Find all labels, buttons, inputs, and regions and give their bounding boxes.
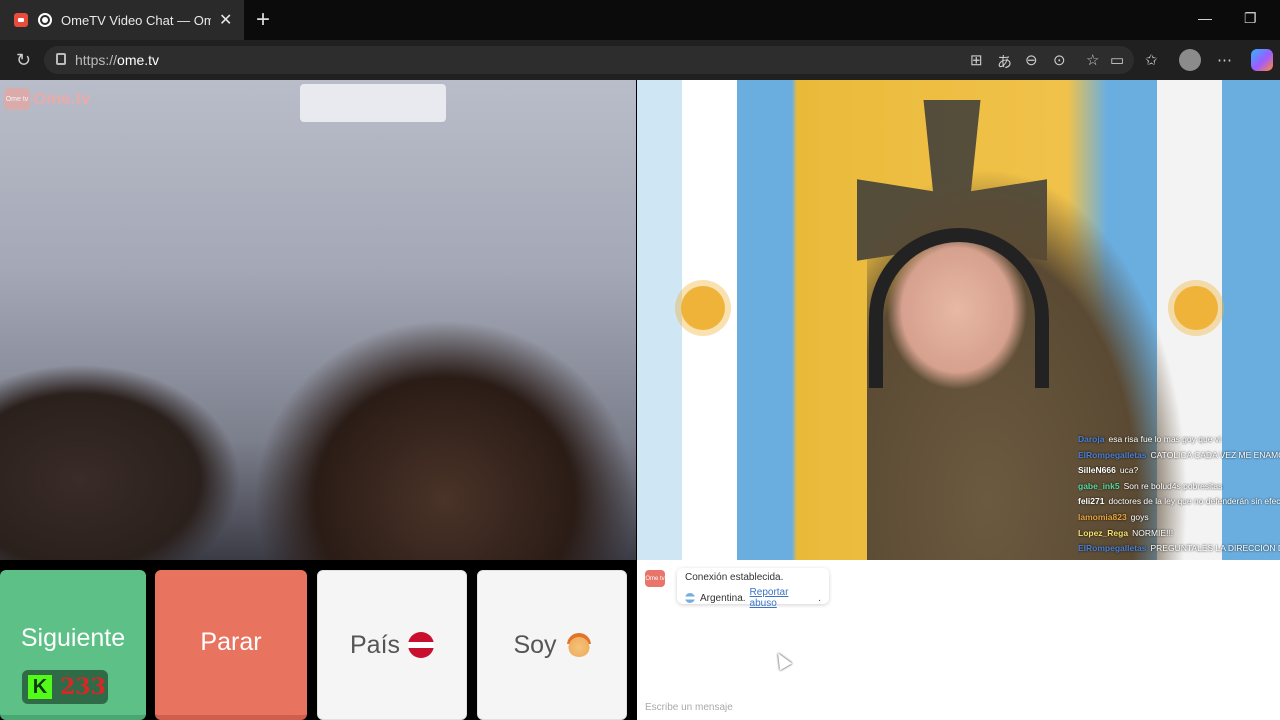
new-tab-icon[interactable]: + bbox=[256, 6, 270, 34]
stream-chat-username: Daroja bbox=[1078, 434, 1105, 444]
browser-tab[interactable]: OmeTV Video Chat — Omegle ✕ bbox=[0, 0, 244, 40]
kick-viewer-count: K 233 bbox=[22, 670, 108, 704]
stream-chat-line: ElRompegalletas CATOLICA CADA VEZ ME ENAM… bbox=[1078, 448, 1280, 464]
next-button[interactable]: Siguiente K 233 bbox=[0, 570, 146, 720]
stream-chat-line: Daroja esa risa fue lo mas goy que vi bbox=[1078, 432, 1280, 448]
favorite-icon[interactable]: ☆ bbox=[1086, 51, 1099, 69]
tab-title: OmeTV Video Chat — Omegle bbox=[61, 12, 211, 28]
stream-chat-message: goys bbox=[1130, 511, 1149, 522]
viewer-count: 233 bbox=[60, 674, 106, 700]
system-message: Conexión establecida. Argentina. Reporta… bbox=[677, 568, 829, 609]
text-chat-panel: Ome tv Conexión establecida. Argentina. … bbox=[637, 560, 1280, 720]
report-abuse-link[interactable]: Reportar abuso bbox=[750, 587, 819, 609]
ometv-logo-text: Ome.tv bbox=[33, 89, 91, 108]
boy-emoji-icon bbox=[566, 633, 591, 657]
country-button-label: País bbox=[349, 630, 401, 659]
stop-button[interactable]: Parar bbox=[155, 570, 307, 720]
close-tab-icon[interactable]: ✕ bbox=[219, 10, 232, 30]
stream-chat-message: CATOLICA CADA VEZ ME ENAMORA bbox=[1150, 449, 1280, 460]
more-tools-icon[interactable]: ⊙ bbox=[1053, 51, 1066, 69]
message-input[interactable]: Escribe un mensaje bbox=[645, 702, 733, 713]
copilot-icon[interactable] bbox=[1251, 49, 1273, 71]
country-button[interactable]: País bbox=[317, 570, 467, 720]
reload-icon[interactable]: ↻ bbox=[16, 50, 31, 71]
stream-chat-message: NORMIE!!! bbox=[1132, 527, 1174, 538]
stream-chat-line: Lopez_Rega NORMIE!!! bbox=[1078, 526, 1280, 542]
ometv-chat-logo-icon: Ome tv bbox=[645, 570, 665, 587]
apps-icon[interactable]: ⊞ bbox=[970, 51, 983, 69]
report-suffix: . bbox=[818, 592, 821, 604]
stream-chat-line: feli271 doctores de la ley que no defende… bbox=[1078, 494, 1280, 510]
stop-button-label: Parar bbox=[200, 628, 262, 656]
stream-chat-line: SilleN666 uca? bbox=[1078, 463, 1280, 479]
gender-button[interactable]: Soy bbox=[477, 570, 627, 720]
recording-icon bbox=[38, 13, 52, 27]
stream-chat-username: ElRompegalletas bbox=[1078, 449, 1147, 460]
kick-logo-icon: K bbox=[28, 675, 52, 699]
browser-titlebar: OmeTV Video Chat — Omegle ✕ + — ❐ bbox=[0, 0, 1280, 40]
stream-chat-message: esa risa fue lo mas goy que vi bbox=[1108, 434, 1221, 444]
video-icon[interactable]: ▭ bbox=[1110, 51, 1124, 69]
stream-chat-username: gabe_ink5 bbox=[1078, 480, 1120, 491]
stream-chat-line: gabe_ink5 Son re bolud4s pobresitas bbox=[1078, 479, 1280, 495]
stream-chat-username: lamomia823 bbox=[1078, 511, 1127, 522]
latvia-flag-icon bbox=[408, 632, 435, 658]
menu-icon[interactable]: ⋯ bbox=[1217, 51, 1232, 69]
favorites-icon[interactable]: ✩ bbox=[1145, 51, 1158, 69]
stream-chat-line: ElRompegalletas PREGUNTALES LA DIRECCIÓN … bbox=[1078, 541, 1280, 557]
minimize-icon[interactable]: — bbox=[1198, 10, 1212, 26]
url-text[interactable]: https://ome.tv bbox=[75, 52, 159, 68]
ometv-favicon-icon bbox=[14, 13, 28, 27]
sun-of-may-icon bbox=[681, 286, 725, 330]
gender-button-label: Soy bbox=[513, 630, 557, 659]
stream-chat-message: Son re bolud4s pobresitas bbox=[1123, 480, 1223, 491]
zoom-out-icon[interactable]: ⊖ bbox=[1025, 51, 1038, 69]
stream-chat-line: lamomia823 goys bbox=[1078, 510, 1280, 526]
stream-chat-message: doctores de la ley que no defenderán sin… bbox=[1108, 496, 1280, 507]
stream-chat-username: feli271 bbox=[1078, 496, 1105, 507]
air-conditioner bbox=[300, 84, 446, 122]
stream-chat-username: ElRompegalletas bbox=[1078, 543, 1147, 554]
translate-icon[interactable]: あ bbox=[997, 51, 1012, 72]
stream-chat-username: SilleN666 bbox=[1078, 465, 1116, 476]
stream-chat-message: uca? bbox=[1119, 465, 1139, 476]
maximize-icon[interactable]: ❐ bbox=[1244, 10, 1257, 27]
stream-chat-message: PREGUNTALES LA DIRECCIÓN DE bbox=[1150, 543, 1280, 554]
partner-country: Argentina. bbox=[699, 592, 746, 604]
profile-icon[interactable] bbox=[1179, 49, 1201, 71]
connection-status: Conexión establecida. bbox=[685, 572, 784, 583]
ometv-logo: Ome tv Ome.tv bbox=[4, 88, 91, 110]
stream-chat-username: Lopez_Rega bbox=[1078, 527, 1129, 538]
next-button-label: Siguiente bbox=[20, 624, 126, 652]
lock-icon[interactable] bbox=[56, 53, 66, 65]
mouse-cursor-icon bbox=[771, 649, 793, 671]
partner-video bbox=[0, 80, 636, 560]
ometv-logo-icon: Ome tv bbox=[4, 88, 30, 110]
argentina-flag-icon bbox=[685, 593, 695, 603]
